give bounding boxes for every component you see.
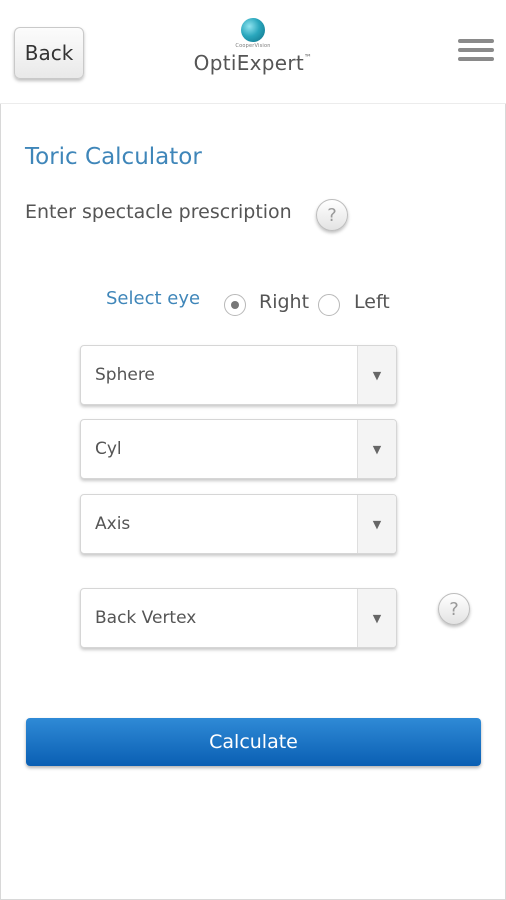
eye-radio-left[interactable] [318, 294, 340, 316]
chevron-down-icon[interactable]: ▼ [357, 495, 396, 553]
select-eye-label: Select eye [106, 288, 201, 309]
back-button[interactable]: Back [14, 27, 84, 79]
logo-globe-icon [241, 18, 265, 42]
chevron-down-icon[interactable]: ▼ [357, 346, 396, 404]
axis-select[interactable]: Axis ▼ [80, 494, 397, 554]
app-logo: CooperVision OptiExpert™ [180, 18, 326, 90]
help-icon[interactable]: ? [438, 593, 470, 625]
app-header: Back CooperVision OptiExpert™ [0, 0, 506, 104]
help-icon[interactable]: ? [316, 199, 348, 231]
cyl-select-label: Cyl [95, 439, 122, 459]
prescription-instruction: Enter spectacle prescription [25, 201, 292, 223]
sphere-select-label: Sphere [95, 365, 155, 385]
sphere-select[interactable]: Sphere ▼ [80, 345, 397, 405]
eye-radio-right-label[interactable]: Right [259, 291, 309, 313]
back-vertex-select[interactable]: Back Vertex ▼ [80, 588, 397, 648]
eye-radio-right[interactable] [224, 294, 246, 316]
page-title: Toric Calculator [25, 144, 202, 170]
logo-company-name: CooperVision [235, 43, 271, 49]
back-vertex-select-label: Back Vertex [95, 608, 197, 628]
cyl-select[interactable]: Cyl ▼ [80, 419, 397, 479]
eye-radio-left-label[interactable]: Left [354, 291, 390, 313]
menu-icon[interactable] [458, 39, 494, 63]
logo-app-name: OptiExpert™ [193, 51, 313, 75]
calculate-button[interactable]: Calculate [26, 718, 481, 766]
chevron-down-icon[interactable]: ▼ [357, 589, 396, 647]
axis-select-label: Axis [95, 514, 131, 534]
chevron-down-icon[interactable]: ▼ [357, 420, 396, 478]
